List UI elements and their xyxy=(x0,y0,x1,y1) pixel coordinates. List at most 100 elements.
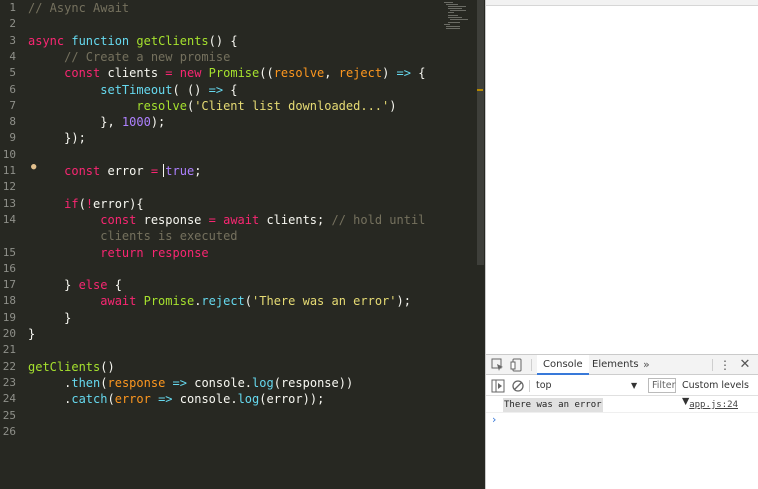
code-line[interactable]: return response xyxy=(28,245,209,261)
console-message: There was an error app.js:24 xyxy=(486,397,758,413)
code-line[interactable]: } else { xyxy=(28,277,122,293)
code-token: clients xyxy=(100,66,166,81)
code-line[interactable]: }, 1000); xyxy=(28,114,165,130)
code-token: log xyxy=(237,392,260,407)
code-token: () xyxy=(100,359,115,374)
minimap-line xyxy=(448,6,466,7)
code-token: reject xyxy=(201,294,245,309)
code-line[interactable]: setTimeout( () => { xyxy=(28,82,237,98)
code-token: (( xyxy=(259,66,274,81)
code-token: then xyxy=(71,375,101,390)
code-token: , xyxy=(324,66,339,81)
code-token: const xyxy=(100,212,137,227)
minimap[interactable] xyxy=(444,2,472,32)
clear-console-icon[interactable] xyxy=(511,379,525,393)
code-line[interactable]: const error = true; xyxy=(28,163,201,179)
kebab-menu-icon[interactable]: ⋮ xyxy=(719,358,731,372)
filter-input[interactable]: Filter xyxy=(648,378,676,393)
context-selector[interactable]: top xyxy=(536,378,640,394)
log-levels-dropdown[interactable]: Custom levels ▼ xyxy=(682,378,758,407)
code-token: } xyxy=(28,327,36,341)
console-message-text: There was an error xyxy=(503,398,603,412)
code-token: log xyxy=(252,375,274,390)
code-token: error xyxy=(114,392,151,407)
device-toolbar-icon[interactable] xyxy=(510,358,524,372)
scrollbar-marker xyxy=(477,89,483,91)
code-token: ( xyxy=(78,196,86,211)
code-line[interactable]: const clients = new Promise((resolve, re… xyxy=(28,65,425,81)
code-line[interactable]: async function getClients() { xyxy=(28,33,238,49)
code-token: if xyxy=(64,196,79,211)
code-token: return xyxy=(100,245,144,260)
code-token: . xyxy=(28,392,72,407)
code-line[interactable]: } xyxy=(28,326,35,342)
code-token: const xyxy=(64,66,101,81)
editor-scrollbar[interactable] xyxy=(477,0,484,265)
code-area[interactable]: // Async Await async function getClients(… xyxy=(0,0,440,489)
code-token: ( xyxy=(107,392,115,407)
code-token: response xyxy=(150,245,209,260)
code-token: } xyxy=(28,278,79,293)
code-token: await xyxy=(100,294,137,309)
code-token: . xyxy=(244,375,253,390)
chevron-down-icon[interactable]: ▼ xyxy=(631,378,637,394)
code-token: ( xyxy=(100,375,108,390)
toolbar-divider xyxy=(531,359,532,371)
code-editor[interactable]: 1 2 3 4 5 6 7 8 9 10 11 12 13 14 15 16 17 18 19 20 21 22 23 24 2… xyxy=(0,0,485,489)
code-line[interactable]: // Async Await xyxy=(28,0,129,16)
code-line[interactable]: await Promise.reject('There was an error… xyxy=(28,293,411,309)
code-token: response xyxy=(136,212,209,227)
inspect-element-icon[interactable] xyxy=(491,358,505,372)
code-token: resolve xyxy=(136,98,187,113)
code-line[interactable]: resolve('Client list downloaded...') xyxy=(28,98,396,114)
code-line[interactable]: if(!error){ xyxy=(28,196,144,212)
code-line[interactable]: getClients() xyxy=(28,359,115,375)
code-line[interactable]: }); xyxy=(28,130,86,146)
code-token: else xyxy=(78,278,108,293)
code-token: console xyxy=(179,392,231,407)
close-icon[interactable]: ✕ xyxy=(738,357,752,373)
code-token: = xyxy=(150,164,159,178)
code-line[interactable]: const response = await clients; // hold … xyxy=(28,212,425,228)
code-token: { xyxy=(107,278,122,293)
minimap-line xyxy=(448,22,460,23)
tab-console[interactable]: Console xyxy=(537,355,589,375)
code-line[interactable]: clients is executed xyxy=(28,228,237,244)
code-line[interactable]: // Create a new promise xyxy=(28,49,230,65)
code-token: ); xyxy=(150,115,166,130)
more-tabs-button[interactable]: » xyxy=(643,355,650,375)
console-message-source-link[interactable]: app.js:24 xyxy=(689,398,738,412)
code-line[interactable]: .catch(error => console.log(error)); xyxy=(28,391,324,407)
toolbar-divider xyxy=(529,380,530,392)
minimap-line xyxy=(448,12,454,13)
console-toolbar: top ▼ Filter Custom levels ▼ xyxy=(486,376,758,407)
sidebar-toggle-icon[interactable] xyxy=(491,379,505,393)
code-line[interactable]: .then(response => console.log(response)) xyxy=(28,375,353,391)
code-token: = xyxy=(208,212,216,227)
lightbulb-icon[interactable]: ● xyxy=(31,162,36,172)
tab-elements[interactable]: Elements xyxy=(586,355,645,375)
code-token: // Create a new promise xyxy=(64,49,231,64)
code-token: 'Client list downloaded...' xyxy=(194,98,390,113)
console-prompt[interactable]: › xyxy=(492,413,496,427)
minimap-line xyxy=(448,15,458,16)
code-token: ) xyxy=(382,66,397,81)
code-token: function xyxy=(71,33,130,48)
minimap-line xyxy=(446,26,460,27)
code-token: => xyxy=(172,375,187,390)
code-token: . xyxy=(230,392,238,407)
code-line[interactable]: } xyxy=(28,310,71,326)
code-token: clients; xyxy=(259,212,332,227)
code-token: ; xyxy=(194,164,202,178)
